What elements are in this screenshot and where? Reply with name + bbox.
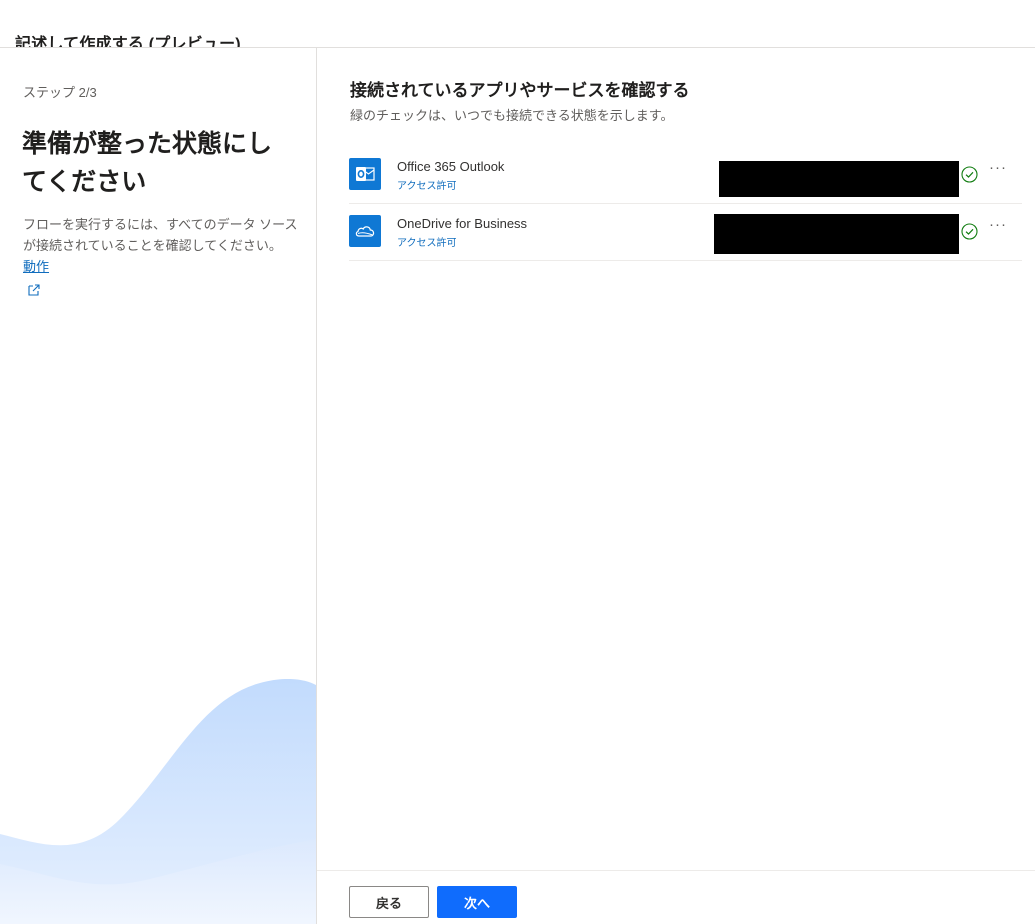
check-circle-icon (961, 223, 978, 240)
left-panel: ステップ 2/3 準備が整った状態にしてください フローを実行するには、すべての… (0, 48, 316, 924)
more-options-button[interactable]: ··· (989, 216, 1007, 233)
redacted-account (719, 161, 959, 197)
step-description-text: フローを実行するには、すべてのデータ ソースが接続されていることを確認してくださ… (23, 217, 298, 253)
check-circle-icon (961, 166, 978, 183)
step-description: フローを実行するには、すべてのデータ ソースが接続されていることを確認してくださ… (23, 214, 298, 298)
footer-divider (317, 870, 1035, 871)
connection-name: Office 365 Outlook (397, 159, 505, 174)
decorative-wave (0, 679, 316, 924)
step-heading: 準備が整った状態にしてください (22, 130, 273, 196)
back-button[interactable]: 戻る (349, 886, 429, 918)
right-panel: 接続されているアプリやサービスを確認する 緑のチェックは、いつでも接続できる状態… (317, 48, 1035, 924)
permission-link[interactable]: アクセス許可 (397, 234, 457, 249)
permission-link[interactable]: アクセス許可 (397, 177, 457, 192)
connections-subtitle: 緑のチェックは、いつでも接続できる状態を示します。 (350, 108, 674, 123)
connection-row-onedrive: OneDrive for Business アクセス許可 ··· (349, 204, 1022, 261)
connection-row-outlook: Office 365 Outlook アクセス許可 ··· (349, 147, 1022, 204)
step-indicator: ステップ 2/3 (23, 85, 97, 100)
redacted-account (714, 214, 959, 254)
onedrive-icon (349, 215, 381, 247)
external-link-icon[interactable] (27, 282, 41, 296)
outlook-icon (349, 158, 381, 190)
next-button[interactable]: 次へ (437, 886, 517, 918)
learn-more-link[interactable]: 動作 (23, 259, 49, 274)
connections-title: 接続されているアプリやサービスを確認する (350, 81, 690, 100)
connection-name: OneDrive for Business (397, 216, 528, 231)
more-options-button[interactable]: ··· (989, 159, 1007, 176)
